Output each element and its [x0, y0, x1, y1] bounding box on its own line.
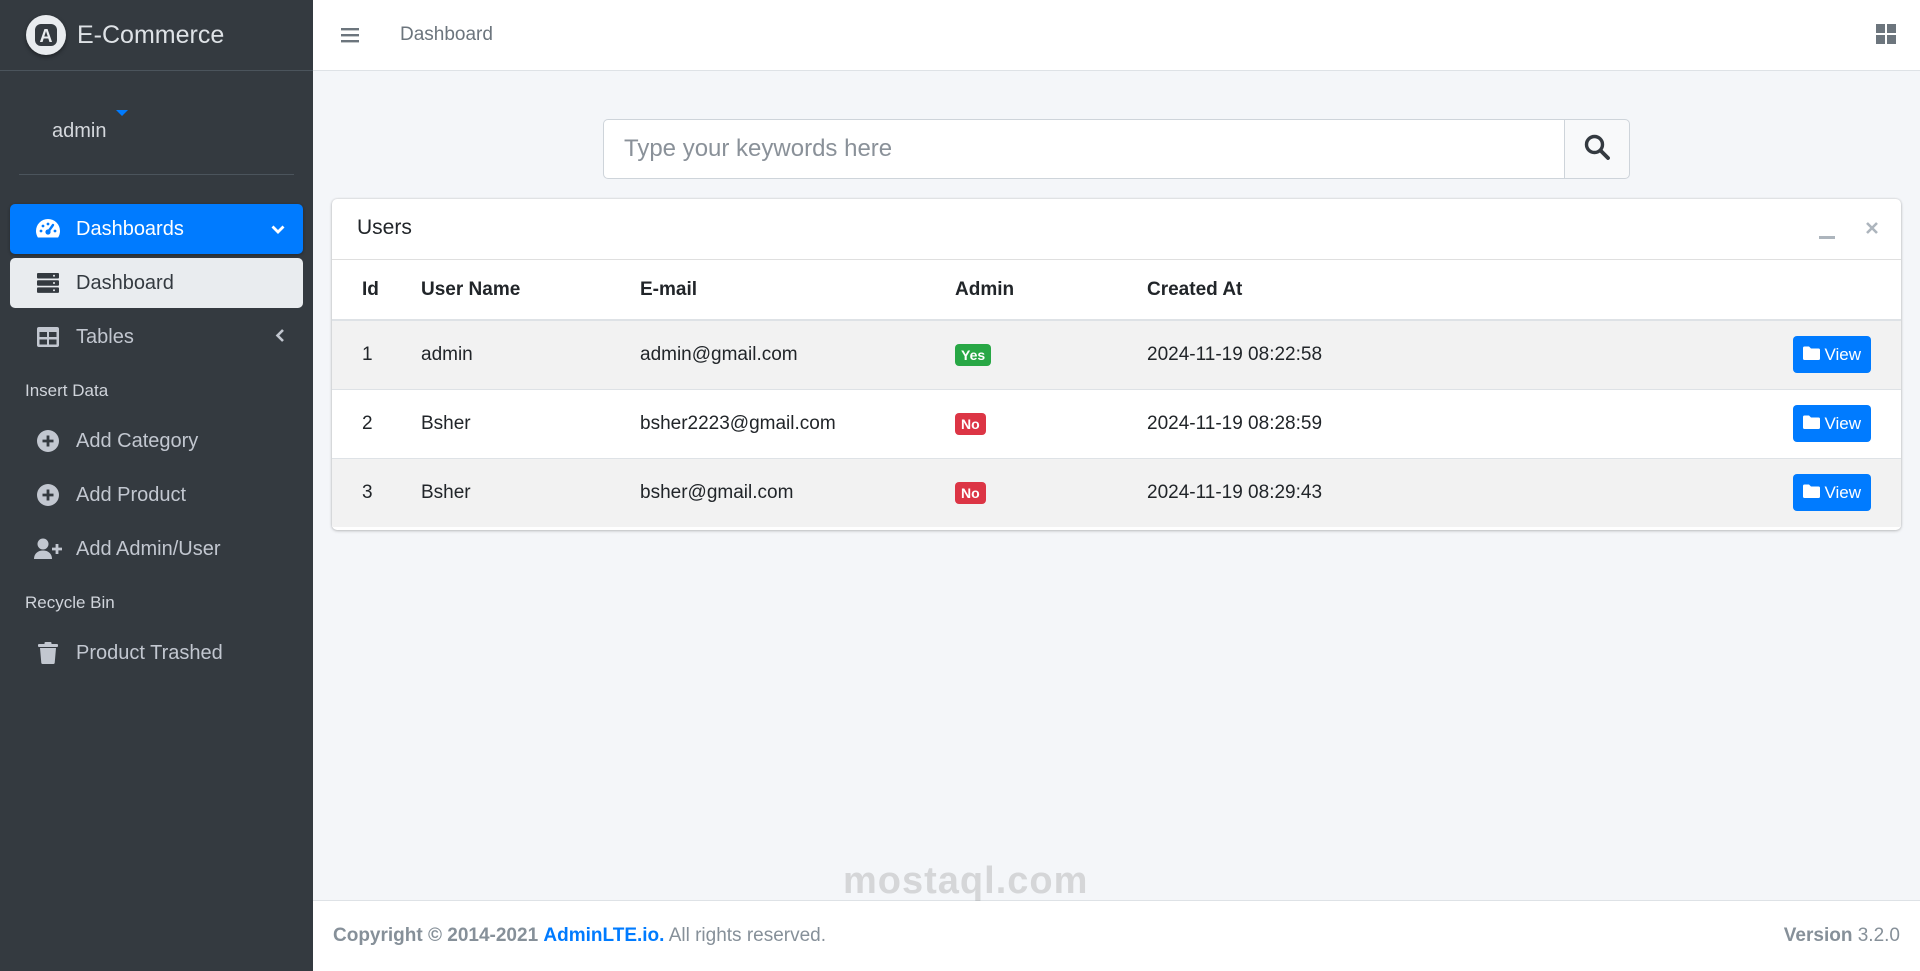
search-icon — [1584, 134, 1610, 165]
cell-email: bsher@gmail.com — [640, 457, 955, 527]
column-header-id: Id — [332, 260, 421, 321]
cell-email: admin@gmail.com — [640, 319, 955, 389]
footer-copyright: Copyright © 2014-2021 AdminLTE.io. All r… — [333, 925, 826, 947]
minus-icon[interactable] — [1819, 227, 1835, 245]
status-badge: No — [955, 412, 986, 435]
table-icon — [34, 323, 62, 351]
version-label: Version — [1783, 925, 1853, 946]
status-badge: No — [955, 481, 986, 504]
sidebar: A E-Commerce admin Dashboards Dashboard — [0, 0, 313, 971]
cell-admin: Yes — [955, 319, 1147, 389]
footer: Copyright © 2014-2021 AdminLTE.io. All r… — [313, 900, 1920, 971]
folder-icon — [1803, 414, 1821, 434]
cell-created-at: 2024-11-19 08:29:43 — [1147, 457, 1615, 527]
nav-header-recycle: Recycle Bin — [25, 593, 115, 612]
sidebar-item-label: Tables — [76, 325, 134, 348]
cell-email: bsher2223@gmail.com — [640, 388, 955, 458]
trash-icon — [34, 639, 62, 667]
sidebar-item-add-product[interactable]: Add Product — [10, 470, 303, 520]
card-title: Users — [357, 216, 412, 239]
footer-link-adminlte[interactable]: AdminLTE.io. — [543, 925, 664, 946]
cell-admin: No — [955, 457, 1147, 527]
copyright-text: Copyright © 2014-2021 — [333, 925, 539, 946]
grid-icon[interactable] — [1876, 24, 1896, 49]
chevron-left-icon — [275, 326, 285, 349]
sidebar-item-label: Add Admin/User — [76, 537, 221, 560]
cell-admin: No — [955, 388, 1147, 458]
view-button-label: View — [1824, 344, 1861, 364]
folder-icon — [1803, 345, 1821, 365]
top-navbar: Dashboard — [313, 0, 1920, 71]
user-panel: admin — [19, 72, 294, 175]
version-number: 3.2.0 — [1857, 925, 1900, 946]
view-button[interactable]: View — [1793, 405, 1871, 442]
cell-user-name: admin — [421, 319, 640, 389]
column-header-email: E-mail — [640, 260, 955, 321]
cell-action: View — [1614, 319, 1901, 389]
table-row: 3 Bsher bsher@gmail.com No 2024-11-19 08… — [332, 457, 1901, 527]
table-row: 1 admin admin@gmail.com Yes 2024-11-19 0… — [332, 319, 1901, 389]
column-header-action — [1614, 260, 1901, 321]
column-header-admin: Admin — [955, 260, 1147, 321]
sidebar-item-add-category[interactable]: Add Category — [10, 416, 303, 466]
brand-text: E-Commerce — [77, 20, 225, 49]
user-name[interactable]: admin — [52, 120, 106, 143]
user-plus-icon — [34, 535, 62, 563]
users-table: Id User Name E-mail Admin Created At 1 a… — [332, 260, 1901, 527]
view-button[interactable]: View — [1793, 474, 1871, 512]
column-header-created-at: Created At — [1147, 260, 1615, 321]
chevron-down-icon — [271, 218, 285, 241]
caret-down-icon[interactable] — [116, 110, 128, 116]
sidebar-item-label: Add Category — [76, 429, 199, 452]
svg-text:A: A — [40, 26, 53, 46]
server-icon — [34, 269, 62, 297]
brand-link[interactable]: A E-Commerce — [0, 0, 313, 71]
cell-user-name: Bsher — [421, 457, 640, 527]
cell-id: 2 — [332, 388, 421, 458]
cell-id: 3 — [332, 457, 421, 527]
sidebar-item-dashboard[interactable]: Dashboard — [10, 258, 303, 308]
cell-user-name: Bsher — [421, 388, 640, 458]
search-button[interactable] — [1564, 119, 1630, 179]
tachometer-icon — [34, 215, 62, 243]
table-header-row: Id User Name E-mail Admin Created At — [332, 260, 1901, 321]
cell-created-at: 2024-11-19 08:22:58 — [1147, 319, 1615, 389]
status-badge: Yes — [955, 343, 992, 366]
cell-action: View — [1614, 388, 1901, 458]
users-card: Users Id User Name E-mail Admin Created … — [332, 199, 1901, 530]
table-row: 2 Bsher bsher2223@gmail.com No 2024-11-1… — [332, 388, 1901, 458]
sidebar-item-add-admin-user[interactable]: Add Admin/User — [10, 524, 303, 574]
sidebar-item-label: Dashboard — [76, 271, 174, 294]
menu-icon[interactable] — [341, 24, 359, 51]
view-button-label: View — [1824, 482, 1861, 502]
column-header-user-name: User Name — [421, 260, 640, 321]
folder-icon — [1803, 483, 1821, 503]
plus-circle-icon — [34, 427, 62, 455]
sidebar-item-label: Add Product — [76, 483, 187, 506]
watermark: mostaql.com — [843, 860, 1089, 902]
search-input[interactable] — [603, 119, 1564, 179]
sidebar-item-label: Product Trashed — [76, 641, 223, 664]
close-icon[interactable] — [1865, 221, 1879, 240]
sidebar-item-product-trashed[interactable]: Product Trashed — [10, 628, 303, 678]
sidebar-item-label: Dashboards — [76, 217, 184, 240]
cell-created-at: 2024-11-19 08:28:59 — [1147, 388, 1615, 458]
sidebar-nav: Dashboards Dashboard Tables Insert Data — [10, 204, 303, 682]
card-header: Users — [332, 199, 1901, 260]
nav-header-insert: Insert Data — [25, 381, 109, 400]
cell-action: View — [1614, 457, 1901, 527]
view-button-label: View — [1824, 413, 1861, 433]
footer-version: Version 3.2.0 — [1784, 925, 1900, 947]
sidebar-item-dashboards[interactable]: Dashboards — [10, 204, 303, 254]
rights-text: All rights reserved. — [668, 925, 827, 946]
nav-link-dashboard[interactable]: Dashboard — [400, 24, 493, 46]
brand-logo: A — [26, 15, 66, 55]
sidebar-item-tables[interactable]: Tables — [10, 312, 303, 362]
search-bar — [603, 119, 1630, 179]
cell-id: 1 — [332, 319, 421, 389]
view-button[interactable]: View — [1793, 336, 1871, 374]
plus-circle-icon — [34, 481, 62, 509]
